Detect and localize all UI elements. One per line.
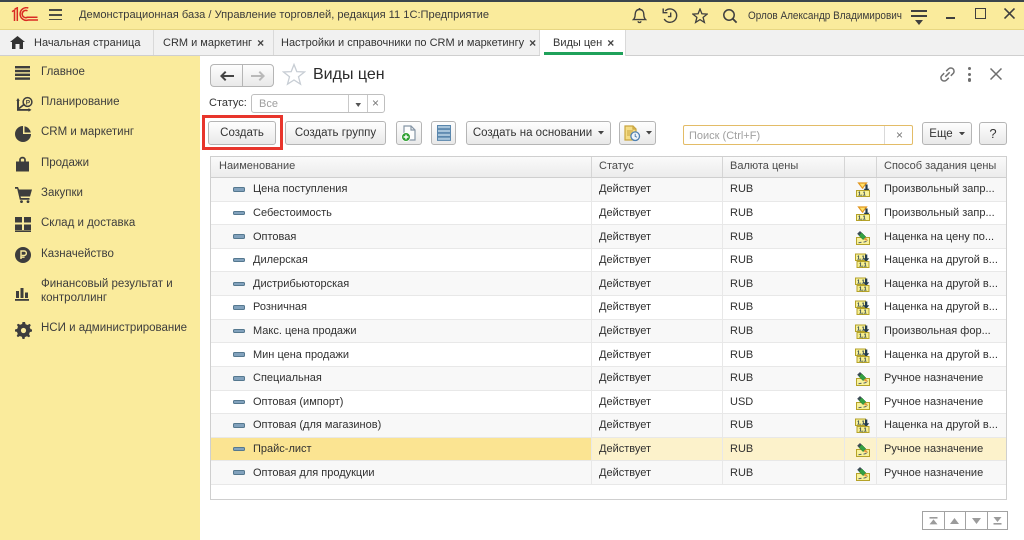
svg-text:Р: Р — [26, 99, 31, 106]
svg-text:1,1: 1,1 — [857, 255, 865, 261]
svg-text:1,1: 1,1 — [857, 303, 865, 309]
svg-text:1,1: 1,1 — [859, 357, 867, 362]
svg-text:1,1: 1,1 — [857, 279, 865, 285]
svg-text:1,1: 1,1 — [859, 428, 867, 433]
svg-text:1,1: 1,1 — [857, 350, 865, 356]
svg-text:1,1: 1,1 — [858, 192, 866, 198]
svg-text:1,1: 1,1 — [857, 326, 865, 332]
svg-text:1,1: 1,1 — [858, 215, 866, 221]
svg-text:1,1: 1,1 — [859, 263, 867, 268]
svg-text:1,1: 1,1 — [859, 310, 867, 315]
svg-text:1,1: 1,1 — [859, 286, 867, 291]
svg-text:1,1: 1,1 — [857, 421, 865, 427]
svg-text:1,1: 1,1 — [859, 334, 867, 339]
